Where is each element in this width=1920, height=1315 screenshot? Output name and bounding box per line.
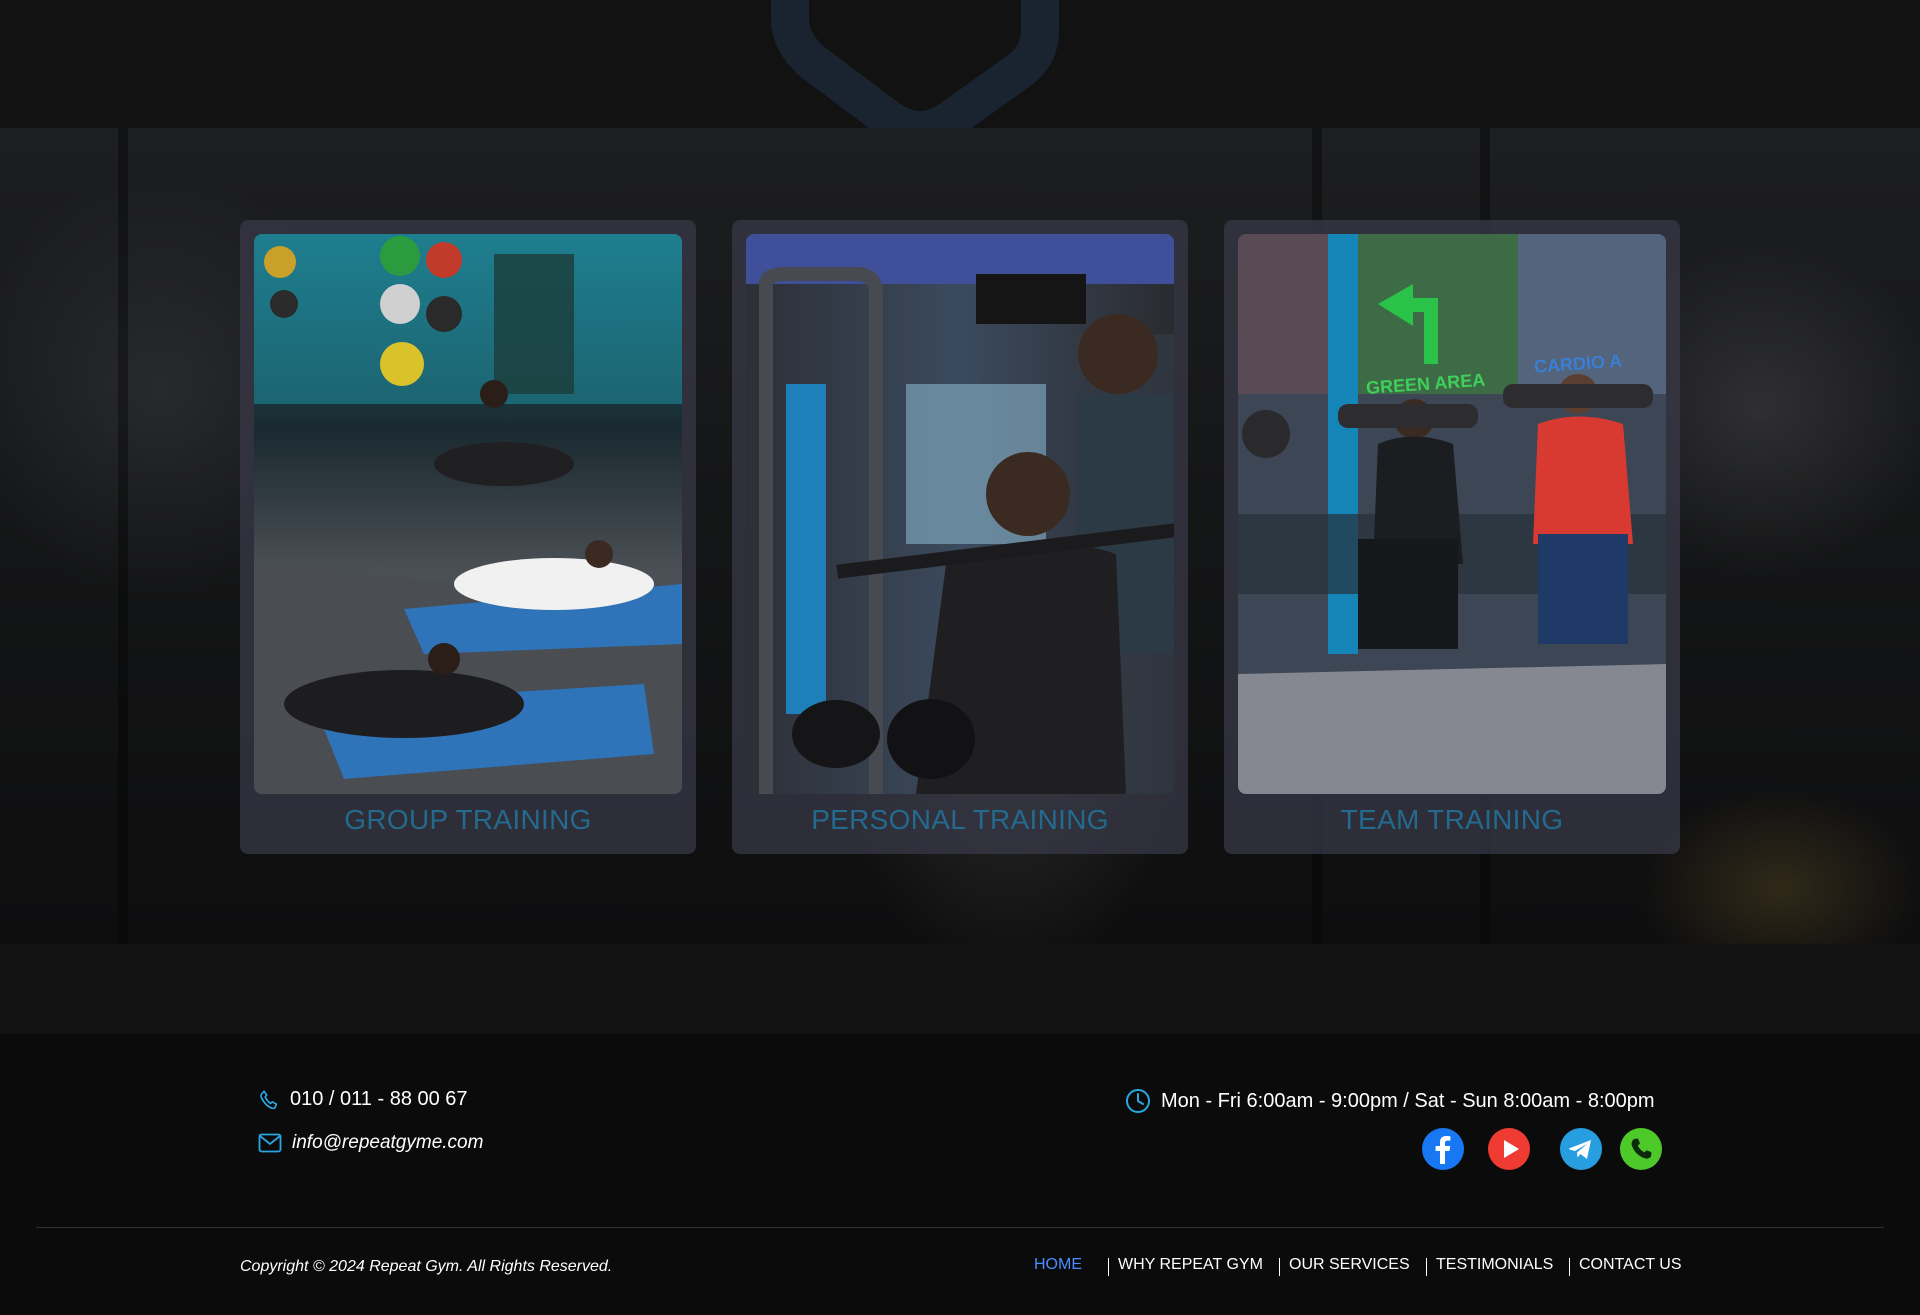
top-band — [0, 0, 1920, 128]
group-training-photo — [254, 234, 682, 794]
card-team-training[interactable]: GREEN AREA CARDIO A TEAM TRAINING — [1224, 220, 1680, 854]
logo-watermark-icon — [771, 0, 1059, 128]
email-address: info@repeatgyme.com — [292, 1132, 484, 1153]
email-contact[interactable]: info@repeatgyme.com — [258, 1132, 483, 1154]
facebook-icon[interactable] — [1422, 1128, 1464, 1170]
nav-contact-us[interactable]: CONTACT US — [1579, 1256, 1682, 1274]
nav-separator — [1279, 1258, 1280, 1276]
telegram-icon[interactable] — [1560, 1128, 1602, 1170]
card-title: PERSONAL TRAINING — [811, 804, 1109, 835]
clock-icon — [1126, 1089, 1150, 1113]
social-links — [1422, 1128, 1662, 1170]
whatsapp-icon[interactable] — [1620, 1128, 1662, 1170]
nav-testimonials[interactable]: TESTIMONIALS — [1436, 1256, 1553, 1274]
mail-icon — [258, 1133, 282, 1153]
nav-why-repeat-gym[interactable]: WHY REPEAT GYM — [1118, 1256, 1263, 1274]
services-hero: GROUP TRAINING PERSONAL TRAINING GREEN A… — [0, 128, 1920, 944]
personal-training-photo — [746, 234, 1174, 794]
copyright-text: Copyright © 2024 Repeat Gym. All Rights … — [240, 1258, 613, 1275]
card-title: GROUP TRAINING — [344, 804, 592, 835]
footer-divider — [36, 1227, 1884, 1228]
youtube-icon[interactable] — [1488, 1128, 1530, 1170]
nav-separator — [1569, 1258, 1570, 1276]
opening-hours: Mon - Fri 6:00am - 9:00pm / Sat - Sun 8:… — [1125, 1088, 1655, 1114]
nav-separator — [1108, 1258, 1109, 1276]
nav-home[interactable]: HOME — [1034, 1256, 1082, 1274]
phone-number: 010 / 011 - 88 00 67 — [290, 1088, 468, 1110]
card-personal-training[interactable]: PERSONAL TRAINING — [732, 220, 1188, 854]
team-training-photo: GREEN AREA CARDIO A — [1238, 234, 1666, 794]
card-group-training[interactable]: GROUP TRAINING — [240, 220, 696, 854]
background-pillar — [118, 128, 128, 944]
site-footer: 010 / 011 - 88 00 67 info@repeatgyme.com… — [0, 1034, 1920, 1315]
hours-text: Mon - Fri 6:00am - 9:00pm / Sat - Sun 8:… — [1161, 1089, 1655, 1112]
section-spacer — [0, 944, 1920, 1034]
card-title: TEAM TRAINING — [1340, 804, 1564, 835]
nav-our-services[interactable]: OUR SERVICES — [1289, 1256, 1410, 1274]
nav-separator — [1426, 1258, 1427, 1276]
phone-icon — [260, 1089, 278, 1109]
phone-contact[interactable]: 010 / 011 - 88 00 67 — [258, 1088, 468, 1111]
